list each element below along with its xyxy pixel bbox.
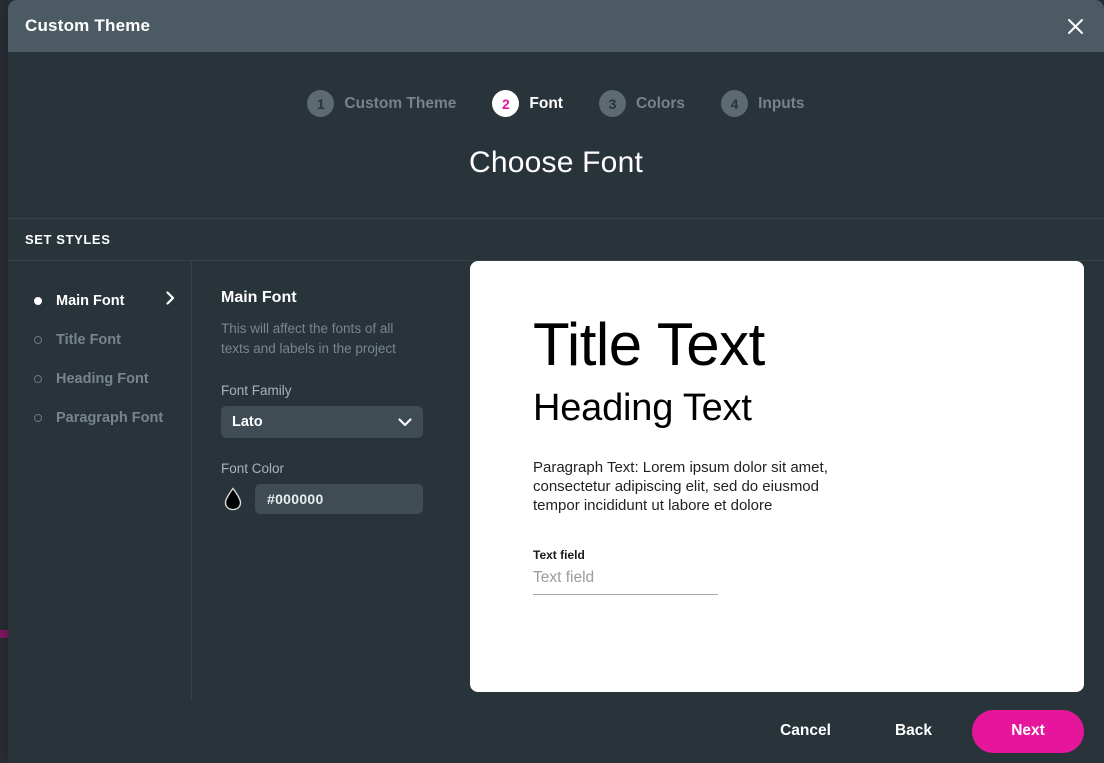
dialog-title: Custom Theme — [25, 16, 151, 35]
step-number: 4 — [721, 90, 749, 117]
step-label: Colors — [635, 94, 686, 112]
styles-sidebar: Main Font Title Font Heading Font Paragr… — [8, 261, 192, 700]
step-label: Font — [529, 94, 563, 112]
step-number: 1 — [307, 90, 335, 117]
preview-text-field-input[interactable]: Text field — [533, 569, 718, 596]
sidebar-item-heading-font[interactable]: Heading Font — [8, 359, 191, 398]
font-family-label: Font Family — [221, 383, 292, 399]
font-family-value: Lato — [232, 414, 263, 431]
chevron-right-icon — [166, 291, 175, 310]
dialog-titlebar: Custom Theme — [8, 0, 1104, 52]
preview-title-text: Title Text — [533, 311, 765, 378]
radio-dot-icon — [34, 296, 42, 305]
preview-heading-text: Heading Text — [533, 386, 752, 429]
next-button[interactable]: Next — [972, 709, 1084, 753]
radio-dot-icon — [34, 335, 42, 344]
sidebar-item-main-font[interactable]: Main Font — [8, 281, 191, 320]
sidebar-item-label: Paragraph Font — [56, 409, 164, 426]
step-font[interactable]: 2 Font — [492, 90, 563, 117]
dialog-footer: Cancel Back Next — [8, 700, 1104, 762]
step-label: Custom Theme — [344, 94, 457, 112]
font-color-row: #000000 — [221, 484, 470, 515]
wizard-stepper: 1 Custom Theme 2 Font 3 Colors 4 Inputs — [8, 52, 1104, 117]
preview-text-field-block: Text field Text field — [533, 548, 1084, 596]
font-color-value: #000000 — [267, 491, 324, 508]
font-family-select[interactable]: Lato — [221, 406, 423, 439]
chevron-down-icon — [398, 418, 412, 427]
set-styles-label: SET STYLES — [25, 232, 111, 247]
preview-text-field-label: Text field — [533, 548, 585, 563]
set-styles-bar: SET STYLES — [8, 219, 1104, 261]
step-colors[interactable]: 3 Colors — [598, 90, 686, 117]
dialog-header: 1 Custom Theme 2 Font 3 Colors 4 Inputs … — [8, 52, 1104, 219]
sidebar-item-label: Heading Font — [56, 370, 149, 387]
dialog-content: Main Font Title Font Heading Font Paragr… — [8, 261, 1104, 700]
sidebar-item-title-font[interactable]: Title Font — [8, 320, 191, 359]
back-button[interactable]: Back — [877, 712, 950, 750]
font-form-panel: Main Font This will affect the fonts of … — [192, 261, 470, 700]
font-family-group: Font Family Lato — [221, 383, 470, 439]
theme-preview-card: Title Text Heading Text Paragraph Text: … — [470, 261, 1084, 692]
radio-dot-icon — [34, 374, 42, 383]
preview-text-field-placeholder: Text field — [533, 569, 595, 587]
form-description: This will affect the fonts of all texts … — [221, 321, 396, 356]
font-color-label: Font Color — [221, 461, 285, 477]
sidebar-item-paragraph-font[interactable]: Paragraph Font — [8, 398, 191, 437]
sidebar-item-label: Main Font — [56, 292, 125, 309]
custom-theme-dialog: Custom Theme 1 Custom Theme 2 Font 3 Col… — [8, 0, 1104, 763]
form-heading: Main Font — [221, 289, 297, 306]
preview-paragraph-text: Paragraph Text: Lorem ipsum dolor sit am… — [533, 458, 828, 514]
step-inputs[interactable]: 4 Inputs — [721, 90, 805, 117]
step-number: 3 — [598, 90, 626, 117]
step-custom-theme[interactable]: 1 Custom Theme — [307, 90, 456, 117]
font-color-group: Font Color #000000 — [221, 461, 470, 515]
font-color-input[interactable]: #000000 — [255, 484, 423, 515]
step-label: Inputs — [758, 94, 805, 112]
droplet-icon[interactable] — [221, 486, 245, 512]
close-button[interactable] — [1056, 7, 1094, 45]
step-number: 2 — [492, 90, 520, 117]
sidebar-item-label: Title Font — [56, 331, 121, 348]
page-title: Choose Font — [469, 146, 643, 179]
radio-dot-icon — [34, 413, 42, 422]
cancel-button[interactable]: Cancel — [762, 712, 849, 750]
close-icon — [1067, 18, 1083, 34]
